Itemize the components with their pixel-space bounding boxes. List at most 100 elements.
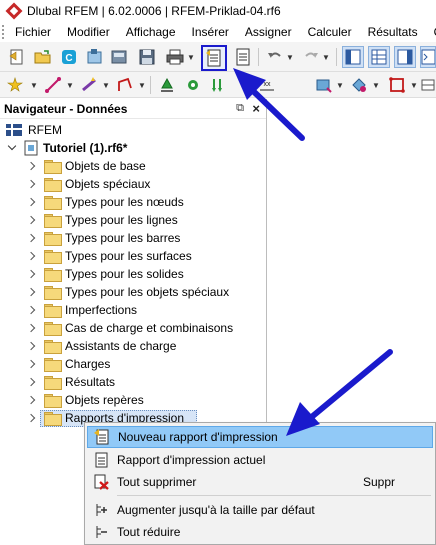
frame-dropdown-icon[interactable]: ▼ xyxy=(410,82,418,90)
folder-icon xyxy=(44,304,62,318)
print-report-icon[interactable] xyxy=(201,45,227,71)
console-panel-icon[interactable] xyxy=(420,46,436,68)
document-icon xyxy=(91,451,111,469)
tree-item[interactable]: Cas de charge et combinaisons xyxy=(26,319,233,337)
chevron-right-icon[interactable] xyxy=(26,233,36,243)
menu-assigner[interactable]: Assigner xyxy=(237,22,300,42)
new-model-icon[interactable] xyxy=(6,46,28,68)
navigator-panel-icon[interactable] xyxy=(342,46,364,68)
folder-icon xyxy=(44,160,62,174)
tree-item[interactable]: Charges xyxy=(26,355,110,373)
menu-current-report[interactable]: Rapport d'impression actuel xyxy=(87,449,433,471)
chevron-right-icon[interactable] xyxy=(26,413,36,423)
chevron-down-icon[interactable] xyxy=(8,143,18,153)
menu-expand-all[interactable]: Augmenter jusqu'à la taille par défaut xyxy=(87,499,433,521)
chevron-right-icon[interactable] xyxy=(26,269,36,279)
tree-item[interactable]: Objets repères xyxy=(26,391,144,409)
current-report-icon[interactable] xyxy=(232,46,254,68)
member-icon[interactable] xyxy=(78,74,100,96)
chevron-right-icon[interactable] xyxy=(26,341,36,351)
tree-item[interactable]: Types pour les objets spéciaux xyxy=(26,283,229,301)
chevron-right-icon[interactable] xyxy=(26,323,36,333)
chevron-right-icon[interactable] xyxy=(26,251,36,261)
model-block-icon[interactable] xyxy=(84,46,106,68)
properties-panel-icon[interactable] xyxy=(394,46,416,68)
section-dropdown-icon[interactable]: ▼ xyxy=(336,82,344,90)
support-icon[interactable] xyxy=(156,74,178,96)
tree-item[interactable]: Objets spéciaux xyxy=(26,175,150,193)
tree-item[interactable]: Imperfections xyxy=(26,301,137,319)
menu-fichier[interactable]: Fichier xyxy=(7,22,59,42)
tree-item[interactable]: Types pour les barres xyxy=(26,229,180,247)
menu-outils[interactable]: Ou xyxy=(426,22,436,42)
section-icon[interactable] xyxy=(312,74,334,96)
menu-delete-all[interactable]: Tout supprimer Suppr xyxy=(87,471,433,493)
chevron-right-icon[interactable] xyxy=(26,305,36,315)
chevron-right-icon[interactable] xyxy=(26,395,36,405)
collapse-all-icon xyxy=(91,523,111,541)
menu-modifier[interactable]: Modifier xyxy=(59,22,118,42)
tree-item[interactable]: Types pour les solides xyxy=(26,265,184,283)
view-dropdown-icon[interactable]: ▼ xyxy=(372,82,380,90)
line-icon[interactable] xyxy=(42,74,64,96)
tree-root[interactable]: RFEM xyxy=(6,121,62,139)
node-star-icon[interactable] xyxy=(4,74,26,96)
menu-inserer[interactable]: Insérer xyxy=(184,22,237,42)
secondary-toolbar: ▼ ▼ ▼ ▼ xx ▼ ▼ ▼ xyxy=(0,72,436,98)
cloud-model-icon[interactable]: C xyxy=(58,46,80,68)
chevron-right-icon[interactable] xyxy=(26,197,36,207)
load-icon[interactable] xyxy=(208,74,230,96)
tree-item-label: Cas de charge et combinaisons xyxy=(65,321,234,335)
hinge-icon[interactable] xyxy=(182,74,204,96)
undo-dropdown-icon[interactable]: ▼ xyxy=(286,54,294,62)
menu-new-report-label: Nouveau rapport d'impression xyxy=(118,430,278,444)
view-icon[interactable] xyxy=(348,74,370,96)
line-dropdown-icon[interactable]: ▼ xyxy=(66,82,74,90)
tree-item-label: Types pour les barres xyxy=(65,231,181,245)
window-title: Dlubal RFEM | 6.02.0006 | RFEM-Priklad-0… xyxy=(27,4,281,18)
chevron-right-icon[interactable] xyxy=(26,359,36,369)
node-dropdown-icon[interactable]: ▼ xyxy=(30,82,38,90)
polyline-icon[interactable] xyxy=(114,74,136,96)
polyline-dropdown-icon[interactable]: ▼ xyxy=(138,82,146,90)
folder-icon xyxy=(44,358,62,372)
print-dropdown-icon[interactable]: ▼ xyxy=(187,54,195,62)
navigator-header: Navigateur - Données ⧉ × xyxy=(0,99,266,119)
menu-new-report[interactable]: Nouveau rapport d'impression xyxy=(87,426,433,448)
grid-icon[interactable] xyxy=(420,74,436,96)
redo-icon[interactable] xyxy=(300,46,322,68)
dimension-icon[interactable]: xx xyxy=(256,74,278,96)
chevron-right-icon[interactable] xyxy=(26,215,36,225)
menu-affichage[interactable]: Affichage xyxy=(118,22,184,42)
tree-item-label: Types pour les objets spéciaux xyxy=(65,285,230,299)
close-icon[interactable]: × xyxy=(252,101,260,116)
new-report-icon xyxy=(92,428,112,446)
tree-item[interactable]: Objets de base xyxy=(26,157,146,175)
tree-item[interactable]: Assistants de charge xyxy=(26,337,176,355)
chevron-right-icon[interactable] xyxy=(26,377,36,387)
export-icon[interactable] xyxy=(108,46,130,68)
redo-dropdown-icon[interactable]: ▼ xyxy=(322,54,330,62)
tree-item-label: Assistants de charge xyxy=(65,339,177,353)
chevron-right-icon[interactable] xyxy=(26,179,36,189)
undo-icon[interactable] xyxy=(264,46,286,68)
tree-item[interactable]: Types pour les surfaces xyxy=(26,247,192,265)
menu-collapse-all[interactable]: Tout réduire xyxy=(87,521,433,543)
tree-item[interactable]: Types pour les lignes xyxy=(26,211,178,229)
print-icon[interactable] xyxy=(164,46,186,68)
frame-icon[interactable] xyxy=(386,74,408,96)
tree-item[interactable]: Types pour les nœuds xyxy=(26,193,184,211)
menu-calculer[interactable]: Calculer xyxy=(300,22,360,42)
pin-icon[interactable]: ⧉ xyxy=(236,102,244,115)
tree-item[interactable]: Résultats xyxy=(26,373,115,391)
table-panel-icon[interactable] xyxy=(368,46,390,68)
save-icon[interactable] xyxy=(136,46,158,68)
open-folder-icon[interactable] xyxy=(32,46,54,68)
tree-item-label: Objets de base xyxy=(65,159,146,173)
folder-icon xyxy=(44,196,62,210)
tree-model[interactable]: Tutoriel (1).rf6* xyxy=(8,139,127,157)
menu-resultats[interactable]: Résultats xyxy=(360,22,426,42)
chevron-right-icon[interactable] xyxy=(26,287,36,297)
chevron-right-icon[interactable] xyxy=(26,161,36,171)
member-dropdown-icon[interactable]: ▼ xyxy=(102,82,110,90)
